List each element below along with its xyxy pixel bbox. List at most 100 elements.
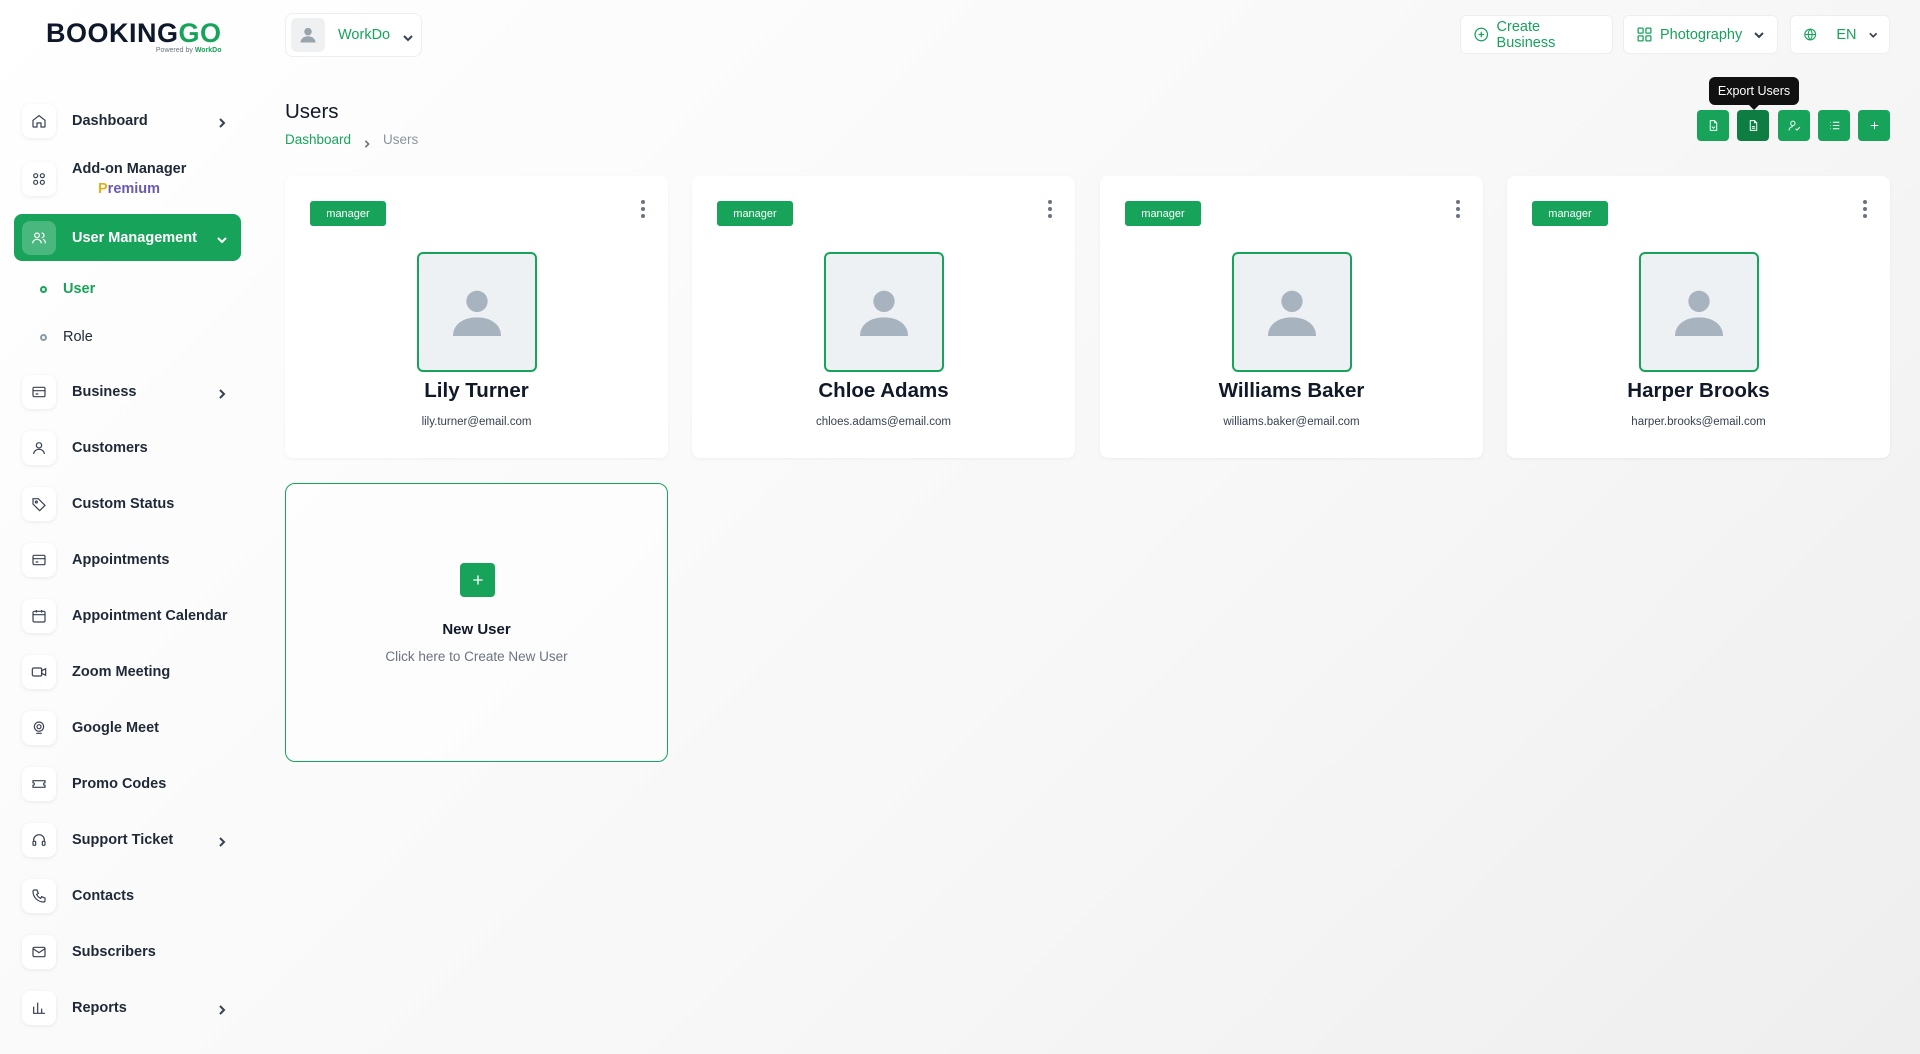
sidebar-item-label: Custom Status xyxy=(72,496,175,512)
chevron-down-icon xyxy=(217,233,227,243)
sidebar-item-customers[interactable]: Customers xyxy=(14,425,241,471)
chevron-down-icon xyxy=(1754,31,1764,38)
role-badge: manager xyxy=(310,201,386,226)
sidebar-item-label: Customers xyxy=(72,440,148,456)
category-dropdown[interactable]: Photography xyxy=(1623,15,1778,54)
user-name: Williams Baker xyxy=(1218,379,1365,402)
ticket-icon xyxy=(22,767,56,801)
avatar xyxy=(824,252,944,372)
more-options-icon[interactable] xyxy=(640,200,646,218)
sidebar-item-addon-manager[interactable]: Add-on Manager Premium xyxy=(14,154,241,204)
list-view-button[interactable] xyxy=(1818,110,1850,141)
bar-chart-icon xyxy=(22,991,56,1025)
premium-badge: Premium xyxy=(72,179,186,199)
breadcrumb-dashboard-link[interactable]: Dashboard xyxy=(285,132,351,147)
sidebar-item-user-management[interactable]: User Management xyxy=(14,214,241,261)
home-icon xyxy=(22,104,56,138)
language-dropdown[interactable]: EN xyxy=(1790,15,1890,54)
sidebar-item-appointments[interactable]: Appointments xyxy=(14,537,241,583)
sidebar-item-google-meet[interactable]: Google Meet xyxy=(14,705,241,751)
user-card: manager Harper Brooks harper.brooks@emai… xyxy=(1507,176,1890,458)
sidebar-item-contacts[interactable]: Contacts xyxy=(14,873,241,919)
sidebar-item-label: Appointments xyxy=(72,552,170,568)
premium-initial: P xyxy=(98,181,108,197)
calendar-icon xyxy=(22,599,56,633)
sidebar-item-label: Contacts xyxy=(72,888,135,904)
chevron-right-icon xyxy=(363,136,371,148)
role-badge: manager xyxy=(1532,201,1608,226)
new-user-title: New User xyxy=(442,621,511,638)
premium-text: remium xyxy=(107,181,161,197)
video-icon xyxy=(22,655,56,689)
user-email: chloes.adams@email.com xyxy=(815,416,952,428)
bullet-icon xyxy=(40,285,47,293)
sidebar-item-label: Business xyxy=(72,384,137,400)
new-user-card[interactable]: New User Click here to Create New User xyxy=(285,483,668,762)
logo-powered-brand: WorkDo xyxy=(194,47,222,54)
user-name: Harper Brooks xyxy=(1627,379,1770,402)
category-label: Photography xyxy=(1660,26,1743,43)
file-export-icon xyxy=(1749,120,1757,131)
new-user-subtitle: Click here to Create New User xyxy=(385,649,568,664)
sidebar-item-label: Reports xyxy=(72,1000,127,1016)
avatar xyxy=(1232,252,1352,372)
sidebar-item-support-ticket[interactable]: Support Ticket xyxy=(14,817,241,863)
import-users-button[interactable] xyxy=(1697,110,1729,141)
workspace-switcher[interactable]: WorkDo xyxy=(285,13,422,57)
sidebar-item-custom-status[interactable]: Custom Status xyxy=(14,481,241,527)
sidebar-subitem-label: Role xyxy=(63,329,93,345)
brand-logo[interactable]: BOOKINGGO Powered by WorkDo xyxy=(46,18,222,54)
mail-icon xyxy=(22,935,56,969)
sidebar-item-business[interactable]: Business xyxy=(14,369,241,415)
logo-text: BOOKING xyxy=(46,18,179,48)
export-users-button[interactable] xyxy=(1737,110,1769,141)
chevron-right-icon xyxy=(217,835,227,847)
user-card: manager Chloe Adams chloes.adams@email.c… xyxy=(692,176,1075,458)
sidebar-item-appointment-calendar[interactable]: Appointment Calendar xyxy=(14,593,241,639)
workspace-name: WorkDo xyxy=(338,27,391,43)
sidebar-item-reports[interactable]: Reports xyxy=(14,985,241,1031)
plus-icon xyxy=(460,563,495,597)
sidebar-item-label: Support Ticket xyxy=(72,832,174,848)
user-name: Lily Turner xyxy=(424,379,529,402)
apps-icon xyxy=(1637,27,1652,42)
globe-icon xyxy=(1804,28,1817,41)
sidebar-item-subscribers[interactable]: Subscribers xyxy=(14,929,241,975)
workspace-avatar-icon xyxy=(291,18,325,52)
sidebar-item-label: Promo Codes xyxy=(72,776,167,792)
phone-icon xyxy=(22,879,56,913)
add-user-button[interactable] xyxy=(1858,110,1890,141)
create-business-button[interactable]: Create Business xyxy=(1460,15,1613,54)
sidebar-item-dashboard[interactable]: Dashboard xyxy=(14,98,241,144)
export-users-tooltip: Export Users xyxy=(1709,77,1799,110)
more-options-icon[interactable] xyxy=(1862,200,1868,218)
sidebar-subitem-user[interactable]: User xyxy=(14,271,241,307)
more-options-icon[interactable] xyxy=(1047,200,1053,218)
user-check-icon xyxy=(1788,120,1800,131)
sidebar-item-label: Dashboard xyxy=(72,113,148,129)
appointments-icon xyxy=(22,543,56,577)
sidebar-item-label: Subscribers xyxy=(72,944,156,960)
plus-icon xyxy=(1870,121,1878,130)
user-placeholder-icon xyxy=(860,290,908,336)
grid-icon xyxy=(22,162,56,196)
user-email: williams.baker@email.com xyxy=(1223,416,1360,428)
user-log-button[interactable] xyxy=(1778,110,1810,141)
more-options-icon[interactable] xyxy=(1455,200,1461,218)
page-title: Users xyxy=(285,100,339,123)
language-label: EN xyxy=(1836,26,1857,43)
webcam-icon xyxy=(22,711,56,745)
chevron-right-icon xyxy=(217,116,227,128)
tag-icon xyxy=(22,487,56,521)
sidebar-item-label: User Management xyxy=(72,229,197,246)
logo-powered-label: Powered by xyxy=(155,47,193,54)
avatar xyxy=(1639,252,1759,372)
sidebar-subitem-role[interactable]: Role xyxy=(14,319,241,355)
sidebar: BOOKINGGO Powered by WorkDo Dashboard Ad… xyxy=(0,0,260,1054)
sidebar-item-zoom-meeting[interactable]: Zoom Meeting xyxy=(14,649,241,695)
sidebar-item-promo-codes[interactable]: Promo Codes xyxy=(14,761,241,807)
headset-icon xyxy=(22,823,56,857)
chevron-right-icon xyxy=(217,1003,227,1015)
user-email: lily.turner@email.com xyxy=(421,416,532,428)
logo-accent-text: GO xyxy=(178,18,222,48)
